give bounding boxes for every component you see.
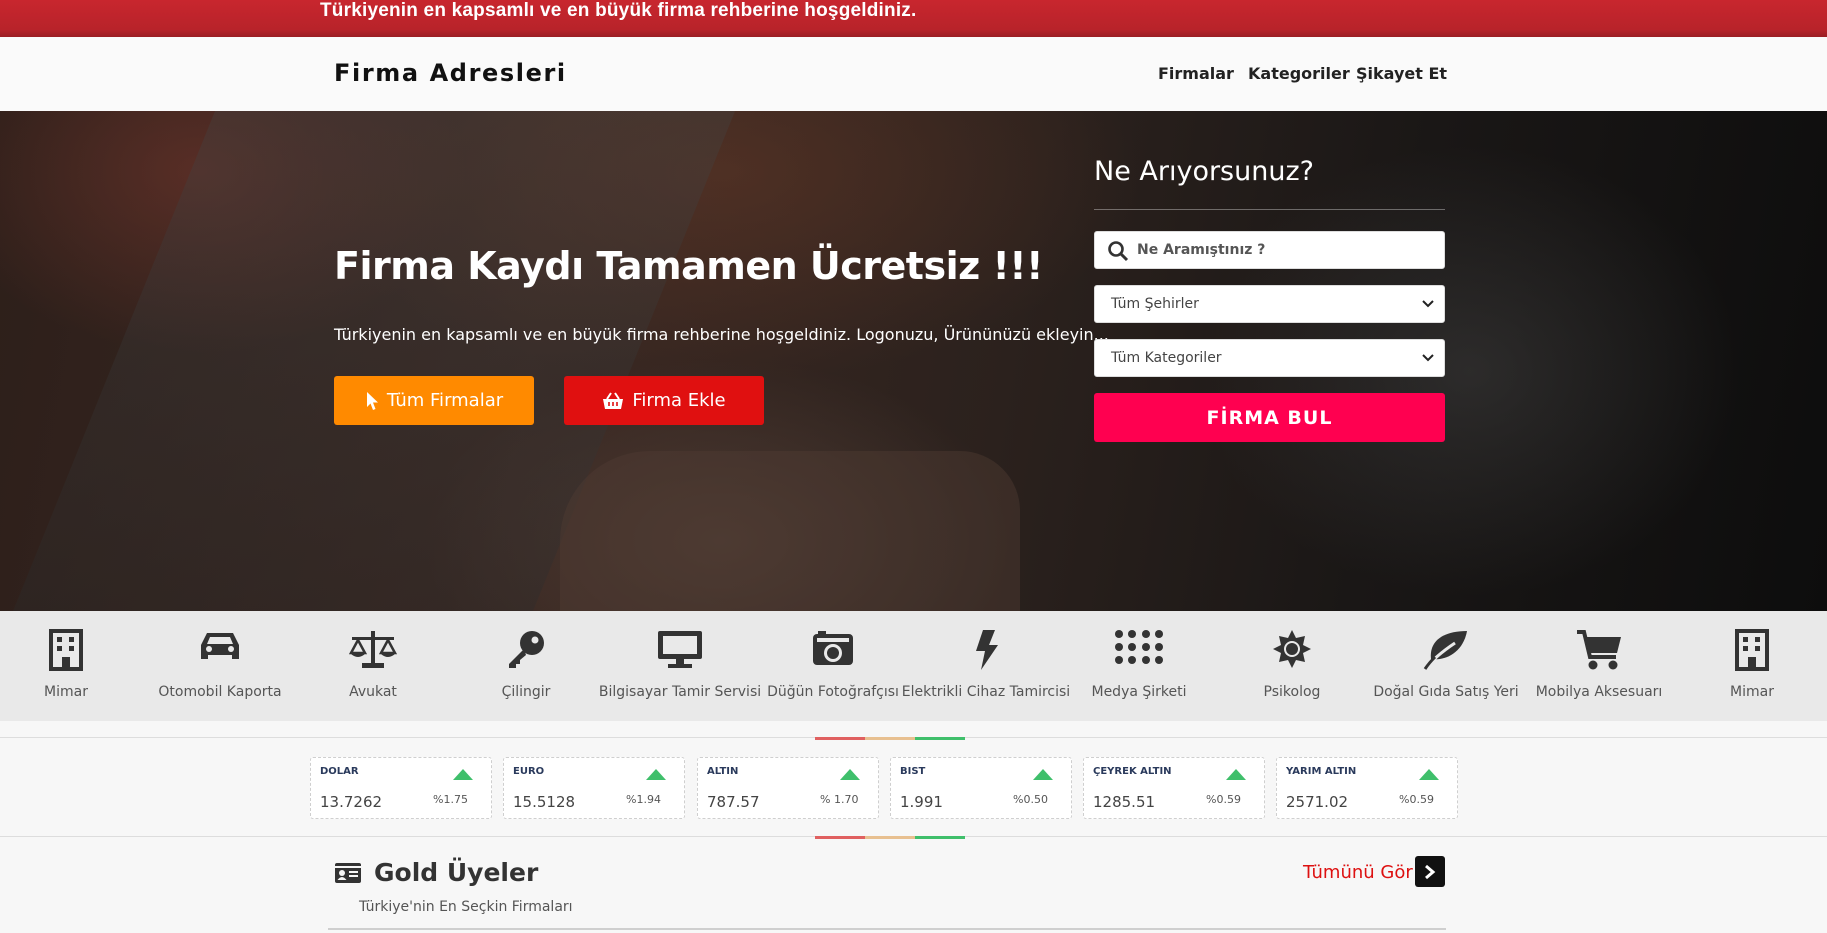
ticker-value: 787.57 xyxy=(707,793,760,811)
ticker-name: ALTIN xyxy=(707,766,739,777)
dots-grid-icon xyxy=(1115,630,1163,664)
ticker-change: %1.75 xyxy=(433,793,468,806)
ticker-card: YARIM ALTIN 2571.02 %0.59 xyxy=(1276,757,1458,819)
ticker-change: %0.50 xyxy=(1013,793,1048,806)
key-icon xyxy=(509,631,544,668)
category-item[interactable]: Çilingir xyxy=(451,611,601,721)
site-brand[interactable]: Firma Adresleri xyxy=(334,59,567,87)
bolt-icon xyxy=(976,630,998,670)
trend-up-icon xyxy=(1226,769,1246,780)
announcement-bar: Türkiyenin en kapsamlı ve en büyük firma… xyxy=(0,0,1827,37)
navbar: Firma Adresleri Firmalar Kategoriler Şik… xyxy=(0,37,1827,111)
ticker-name: DOLAR xyxy=(320,766,359,777)
category-item[interactable]: Avukat xyxy=(298,611,448,721)
ticker-stripe-bottom xyxy=(815,836,965,839)
city-select[interactable]: Tüm Şehirler xyxy=(1094,285,1445,323)
all-firms-button[interactable]: Tüm Firmalar xyxy=(334,376,534,425)
ticker-name: YARIM ALTIN xyxy=(1286,766,1357,777)
category-item[interactable]: Medya Şirketi xyxy=(1064,611,1214,721)
trend-up-icon xyxy=(453,769,473,780)
ticker-card: DOLAR 13.7262 %1.75 xyxy=(310,757,492,819)
sun-icon xyxy=(1273,630,1311,668)
id-card-icon xyxy=(335,863,361,883)
ticker-card: EURO 15.5128 %1.94 xyxy=(503,757,685,819)
hero-subtitle: Türkiyenin en kapsamlı ve en büyük firma… xyxy=(334,325,1109,344)
camera-icon xyxy=(813,631,853,665)
gold-members-subtitle: Türkiye'nin En Seçkin Firmaları xyxy=(359,899,573,915)
category-select[interactable]: Tüm Kategoriler xyxy=(1094,339,1445,377)
basket-icon xyxy=(603,391,624,409)
search-title: Ne Arıyorsunuz? xyxy=(1094,156,1314,187)
all-firms-label: Tüm Firmalar xyxy=(386,390,504,411)
gold-members-divider xyxy=(328,928,1446,930)
category-item[interactable]: Elektrikli Cihaz Tamircisi xyxy=(902,611,1070,721)
trend-up-icon xyxy=(646,769,666,780)
category-item[interactable]: Düğün Fotoğrafçısı xyxy=(758,611,908,721)
category-item[interactable]: Mobilya Aksesuarı xyxy=(1524,611,1674,721)
ticker-stripe-top xyxy=(815,737,965,740)
ticker-name: ÇEYREK ALTIN xyxy=(1093,766,1172,777)
gold-members-title: Gold Üyeler xyxy=(374,858,539,887)
category-item[interactable]: Psikolog xyxy=(1217,611,1367,721)
nav-kategoriler[interactable]: Kategoriler xyxy=(1248,64,1350,83)
ticker-value: 2571.02 xyxy=(1286,793,1349,811)
cart-icon xyxy=(1577,630,1621,670)
car-icon xyxy=(201,633,239,659)
building-icon xyxy=(1735,629,1769,671)
monitor-icon xyxy=(658,631,702,668)
category-item[interactable]: Bilgisayar Tamir Servisi xyxy=(599,611,761,721)
add-firm-label: Firma Ekle xyxy=(632,390,726,411)
ticker-card: ALTIN 787.57 % 1.70 xyxy=(697,757,879,819)
category-select-value: Tüm Kategoriler xyxy=(1111,350,1222,366)
ticker-card: ÇEYREK ALTIN 1285.51 %0.59 xyxy=(1083,757,1265,819)
trend-up-icon xyxy=(1419,769,1439,780)
ticker-name: EURO xyxy=(513,766,545,777)
announcement-text: Türkiyenin en kapsamlı ve en büyük firma… xyxy=(320,0,917,21)
leaf-icon xyxy=(1423,631,1467,670)
search-icon xyxy=(1108,241,1129,262)
ticker-change: %0.59 xyxy=(1399,793,1434,806)
ticker-card: BIST 1.991 %0.50 xyxy=(890,757,1072,819)
city-select-value: Tüm Şehirler xyxy=(1111,296,1199,312)
see-all-button[interactable] xyxy=(1415,856,1445,887)
category-item[interactable]: Mimar xyxy=(0,611,141,721)
ticker-value: 1.991 xyxy=(900,793,943,811)
ticker-value: 1285.51 xyxy=(1093,793,1156,811)
trend-up-icon xyxy=(840,769,860,780)
hero-hands-shape xyxy=(560,451,1020,611)
add-firm-button[interactable]: Firma Ekle xyxy=(564,376,764,425)
find-firm-button[interactable]: FİRMA BUL xyxy=(1094,393,1445,442)
category-item[interactable]: Mimar xyxy=(1677,611,1827,721)
ticker-change: %0.59 xyxy=(1206,793,1241,806)
ticker-change: %1.94 xyxy=(626,793,661,806)
search-divider xyxy=(1094,209,1445,210)
hero-title: Firma Kaydı Tamamen Ücretsiz !!! xyxy=(334,244,1043,288)
scale-icon xyxy=(348,631,398,668)
ticker-change: % 1.70 xyxy=(820,793,859,806)
nav-firmalar[interactable]: Firmalar xyxy=(1158,64,1234,83)
see-all-link[interactable]: Tümünü Gör xyxy=(1303,862,1413,883)
category-item[interactable]: Otomobil Kaporta xyxy=(145,611,295,721)
nav-sikayet-et[interactable]: Şikayet Et xyxy=(1356,64,1447,83)
category-item[interactable]: Doğal Gıda Satış Yeri xyxy=(1371,611,1521,721)
chevron-down-icon xyxy=(1422,354,1434,362)
search-input[interactable]: Ne Aramıştınız ? xyxy=(1094,231,1445,269)
ticker-value: 13.7262 xyxy=(320,793,383,811)
trend-up-icon xyxy=(1033,769,1053,780)
search-placeholder: Ne Aramıştınız ? xyxy=(1137,242,1266,258)
chevron-right-icon xyxy=(1425,864,1436,879)
ticker-value: 15.5128 xyxy=(513,793,576,811)
category-label: Mimar xyxy=(1730,684,1774,700)
building-icon xyxy=(49,629,83,671)
hero-section: Firma Kaydı Tamamen Ücretsiz !!! Türkiye… xyxy=(0,111,1827,611)
ticker-name: BIST xyxy=(900,766,926,777)
category-strip: Mimar Otomobil Kaporta Avukat Çilingir B… xyxy=(0,611,1827,721)
chevron-down-icon xyxy=(1422,300,1434,308)
pointer-icon xyxy=(366,391,378,410)
